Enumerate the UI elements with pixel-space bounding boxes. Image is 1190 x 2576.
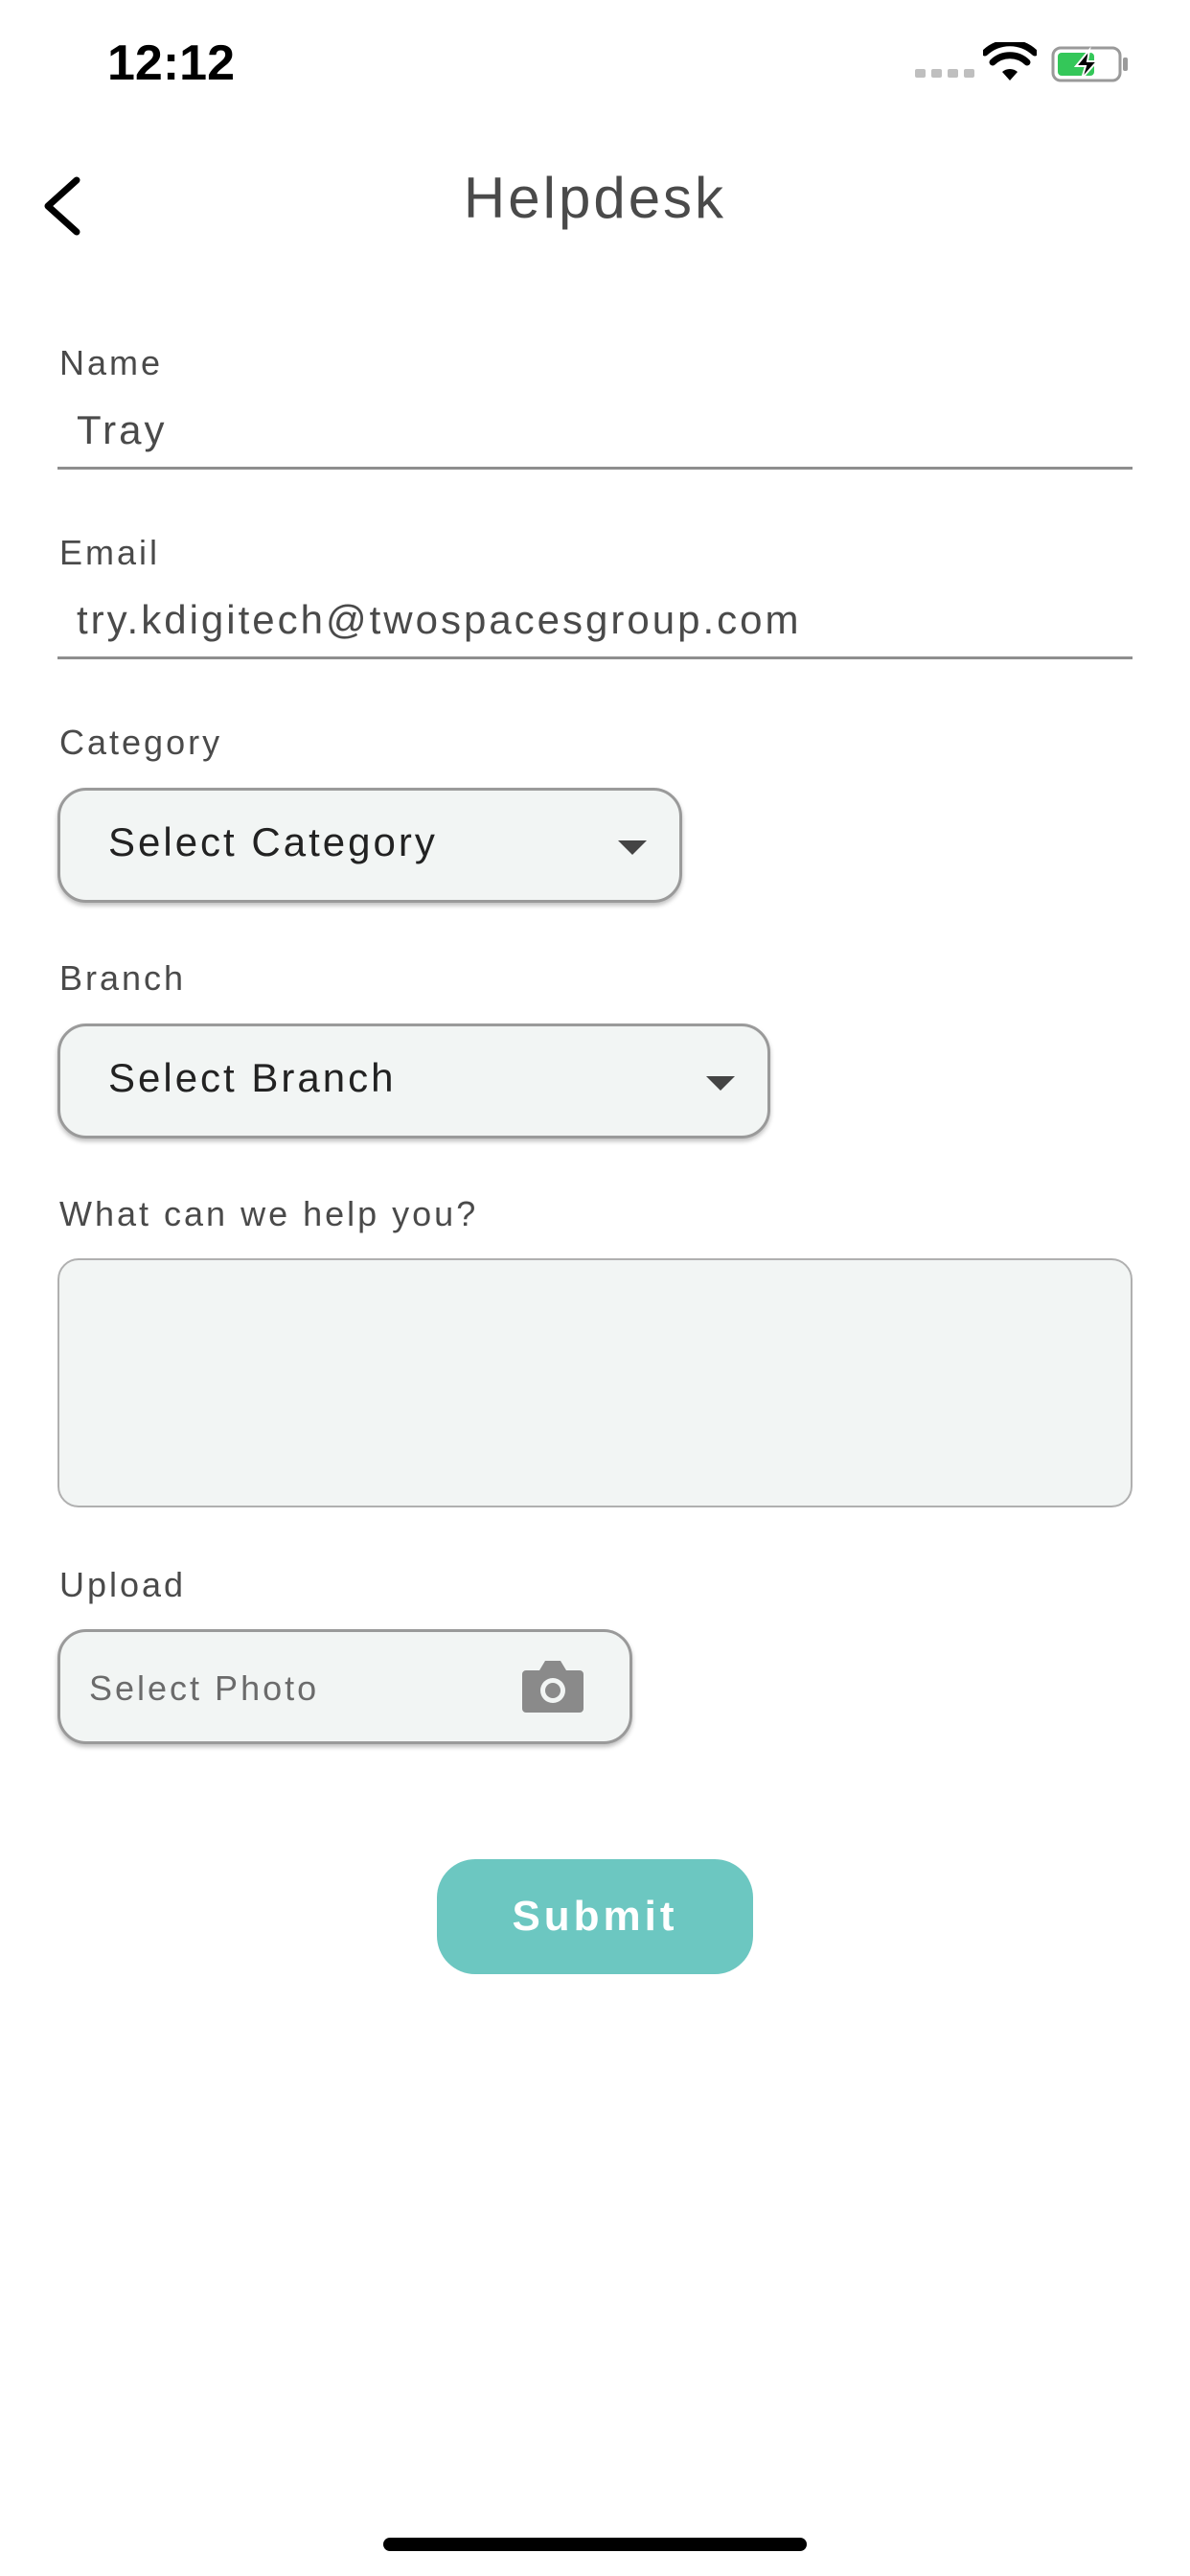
submit-button[interactable]: Submit xyxy=(437,1859,753,1974)
upload-label: Upload xyxy=(59,1565,187,1604)
category-dropdown[interactable]: Select Category xyxy=(57,788,682,903)
name-field[interactable]: Tray xyxy=(57,407,1133,470)
email-field[interactable]: try.kdigitech@twospacesgroup.com xyxy=(57,597,1133,659)
category-selected: Select Category xyxy=(108,819,438,864)
email-label: Email xyxy=(59,533,161,572)
dropdown-arrow-icon xyxy=(706,1076,735,1091)
cellular-signal-icon xyxy=(915,69,974,78)
select-photo-placeholder: Select Photo xyxy=(89,1668,320,1708)
page-title: Helpdesk xyxy=(463,166,727,230)
select-photo-field[interactable]: Select Photo xyxy=(57,1629,632,1744)
battery-charging-icon xyxy=(1051,46,1128,82)
category-label: Category xyxy=(59,723,223,762)
name-value: Tray xyxy=(77,407,168,452)
name-label: Name xyxy=(59,343,164,382)
camera-icon[interactable] xyxy=(520,1657,585,1714)
branch-dropdown[interactable]: Select Branch xyxy=(57,1024,770,1138)
home-indicator[interactable] xyxy=(383,2538,807,2551)
branch-label: Branch xyxy=(59,958,187,998)
wifi-icon xyxy=(983,42,1037,80)
dropdown-arrow-icon xyxy=(618,840,647,855)
help-textarea[interactable] xyxy=(57,1258,1133,1507)
status-time: 12:12 xyxy=(107,35,235,91)
help-label: What can we help you? xyxy=(59,1194,479,1233)
branch-selected: Select Branch xyxy=(108,1055,397,1100)
email-value: try.kdigitech@twospacesgroup.com xyxy=(77,597,802,642)
